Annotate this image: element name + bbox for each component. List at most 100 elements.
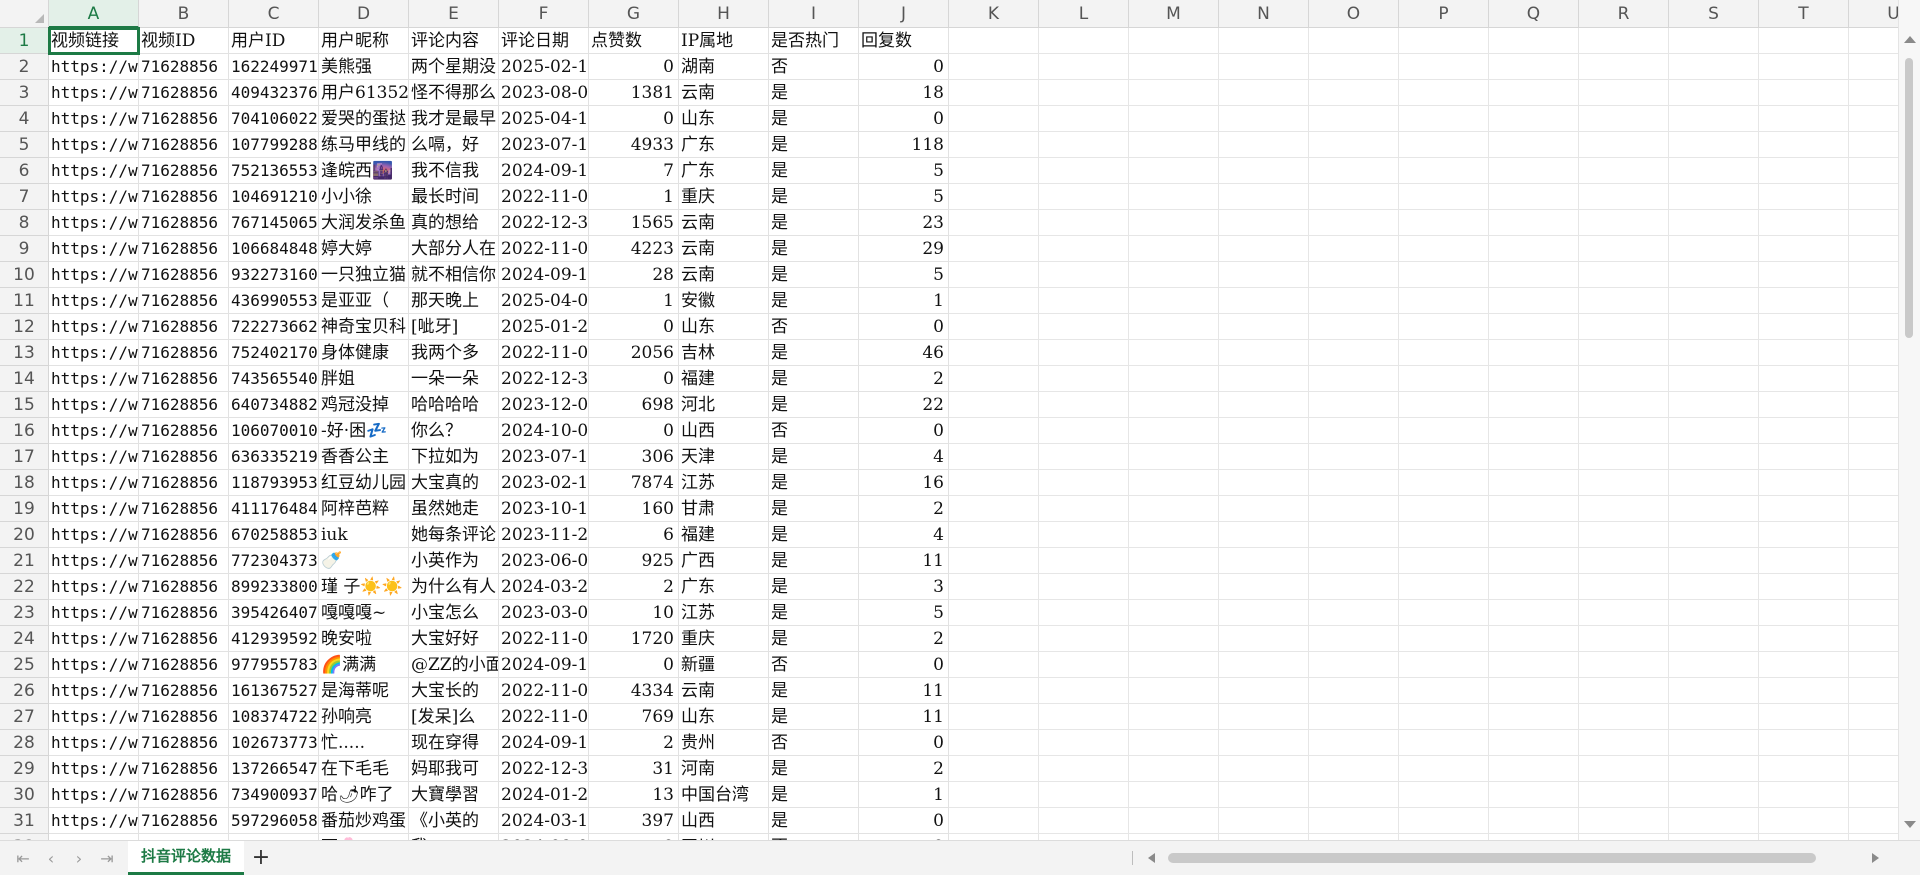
table-cell[interactable]: 么嗝，好 [409, 132, 499, 158]
table-cell[interactable]: 18 [859, 80, 949, 106]
table-cell[interactable]: 767145065 [229, 210, 319, 236]
table-cell[interactable]: 2056 [589, 340, 679, 366]
horizontal-scroll-thumb[interactable] [1168, 853, 1816, 863]
header-cell[interactable]: 用户昵称 [319, 28, 409, 54]
table-cell[interactable]: 71628856 [139, 418, 229, 444]
table-cell[interactable]: 2024-01-2 [499, 782, 589, 808]
vertical-scroll-thumb[interactable] [1905, 58, 1913, 338]
table-cell[interactable]: 是 [769, 444, 859, 470]
table-cell[interactable]: 是 [769, 548, 859, 574]
table-cell[interactable]: 广东 [679, 132, 769, 158]
table-cell[interactable]: 1 [859, 782, 949, 808]
table-cell[interactable]: 71628856 [139, 392, 229, 418]
table-cell[interactable]: 2 [859, 366, 949, 392]
add-sheet-icon[interactable]: + [250, 847, 272, 869]
row-header[interactable]: 11 [0, 288, 49, 314]
table-cell[interactable]: 为什么有人 [409, 574, 499, 600]
table-cell[interactable]: 4223 [589, 236, 679, 262]
table-cell[interactable]: 71628856 [139, 184, 229, 210]
column-header[interactable]: L [1039, 0, 1129, 28]
table-cell[interactable]: https://w [49, 574, 139, 600]
table-cell[interactable]: 71628856 [139, 132, 229, 158]
table-cell[interactable]: 婷大婷 [319, 236, 409, 262]
table-cell[interactable]: 2022-11-0 [499, 678, 589, 704]
row-header[interactable]: 12 [0, 314, 49, 340]
table-cell[interactable]: 2024-10-0 [499, 418, 589, 444]
table-cell[interactable]: 一只独立猫 [319, 262, 409, 288]
table-cell[interactable]: 2023-03-0 [499, 600, 589, 626]
table-cell[interactable]: 412939592 [229, 626, 319, 652]
table-cell[interactable]: 甘肃 [679, 496, 769, 522]
scroll-left-arrow-icon[interactable] [1148, 853, 1155, 863]
table-cell[interactable]: 江苏 [679, 470, 769, 496]
table-cell[interactable]: 2022-11-0 [499, 704, 589, 730]
table-cell[interactable]: 107799288 [229, 132, 319, 158]
table-cell[interactable]: 23 [859, 210, 949, 236]
table-cell[interactable]: 山东 [679, 704, 769, 730]
table-cell[interactable]: 是 [769, 340, 859, 366]
column-header[interactable]: O [1309, 0, 1399, 28]
table-cell[interactable]: 是 [769, 288, 859, 314]
table-cell[interactable]: 2024-09-1 [499, 652, 589, 678]
table-cell[interactable]: 0 [589, 366, 679, 392]
table-cell[interactable]: 2023-12-0 [499, 392, 589, 418]
table-cell[interactable]: 31 [589, 756, 679, 782]
sheet-tab-active[interactable]: 抖音评论数据 [128, 841, 244, 875]
table-cell[interactable]: 新疆 [679, 652, 769, 678]
table-cell[interactable]: https://w [49, 730, 139, 756]
table-cell[interactable]: 否 [769, 730, 859, 756]
table-cell[interactable]: 孙响亮 [319, 704, 409, 730]
table-cell[interactable]: 106070010 [229, 418, 319, 444]
prev-sheet-icon[interactable]: ‹ [40, 849, 62, 869]
table-cell[interactable]: 我才是最早 [409, 106, 499, 132]
table-cell[interactable]: 2025-02-1 [499, 54, 589, 80]
table-cell[interactable]: 71628856 [139, 782, 229, 808]
table-cell[interactable]: https://w [49, 808, 139, 834]
table-cell[interactable]: 2 [859, 756, 949, 782]
table-cell[interactable]: 是 [769, 470, 859, 496]
table-cell[interactable]: 逢皖西🌆 [319, 158, 409, 184]
column-header[interactable]: G [589, 0, 679, 28]
table-cell[interactable]: 云南 [679, 236, 769, 262]
table-cell[interactable]: 哈哈哈哈 [409, 392, 499, 418]
table-cell[interactable]: 2022-12-3 [499, 756, 589, 782]
table-cell[interactable]: 3 [859, 574, 949, 600]
table-cell[interactable]: 爱哭的蛋挞 [319, 106, 409, 132]
table-cell[interactable]: https://w [49, 54, 139, 80]
table-cell[interactable]: 0 [589, 54, 679, 80]
table-cell[interactable]: 597296058 [229, 808, 319, 834]
table-cell[interactable]: 2023-08-0 [499, 80, 589, 106]
header-cell[interactable]: 回复数 [859, 28, 949, 54]
table-cell[interactable]: 46 [859, 340, 949, 366]
table-cell[interactable]: https://w [49, 782, 139, 808]
header-cell[interactable]: IP属地 [679, 28, 769, 54]
table-cell[interactable]: 是 [769, 808, 859, 834]
column-header[interactable]: K [949, 0, 1039, 28]
table-cell[interactable]: 409432376 [229, 80, 319, 106]
table-cell[interactable]: 广西 [679, 548, 769, 574]
table-cell[interactable]: 是 [769, 366, 859, 392]
table-cell[interactable]: 71628856 [139, 548, 229, 574]
table-cell[interactable]: 5 [859, 262, 949, 288]
table-cell[interactable]: 7 [589, 158, 679, 184]
row-header[interactable]: 4 [0, 106, 49, 132]
table-cell[interactable]: [发呆]么 [409, 704, 499, 730]
column-header[interactable]: E [409, 0, 499, 28]
table-cell[interactable]: @ZZ的小面 [409, 652, 499, 678]
table-cell[interactable]: https://w [49, 626, 139, 652]
table-cell[interactable]: 22 [859, 392, 949, 418]
table-cell[interactable]: 是 [769, 262, 859, 288]
table-cell[interactable]: 是 [769, 600, 859, 626]
table-cell[interactable]: 2022-12-3 [499, 210, 589, 236]
table-cell[interactable]: 0 [589, 314, 679, 340]
table-cell[interactable]: 在下毛毛 [319, 756, 409, 782]
table-cell[interactable]: 我不信我 [409, 158, 499, 184]
table-cell[interactable]: 是 [769, 626, 859, 652]
row-header[interactable]: 18 [0, 470, 49, 496]
table-cell[interactable]: 4933 [589, 132, 679, 158]
table-cell[interactable]: https://w [49, 184, 139, 210]
table-cell[interactable]: 106684848 [229, 236, 319, 262]
row-header[interactable]: 9 [0, 236, 49, 262]
table-cell[interactable]: 2023-06-0 [499, 548, 589, 574]
table-cell[interactable]: 743565540 [229, 366, 319, 392]
